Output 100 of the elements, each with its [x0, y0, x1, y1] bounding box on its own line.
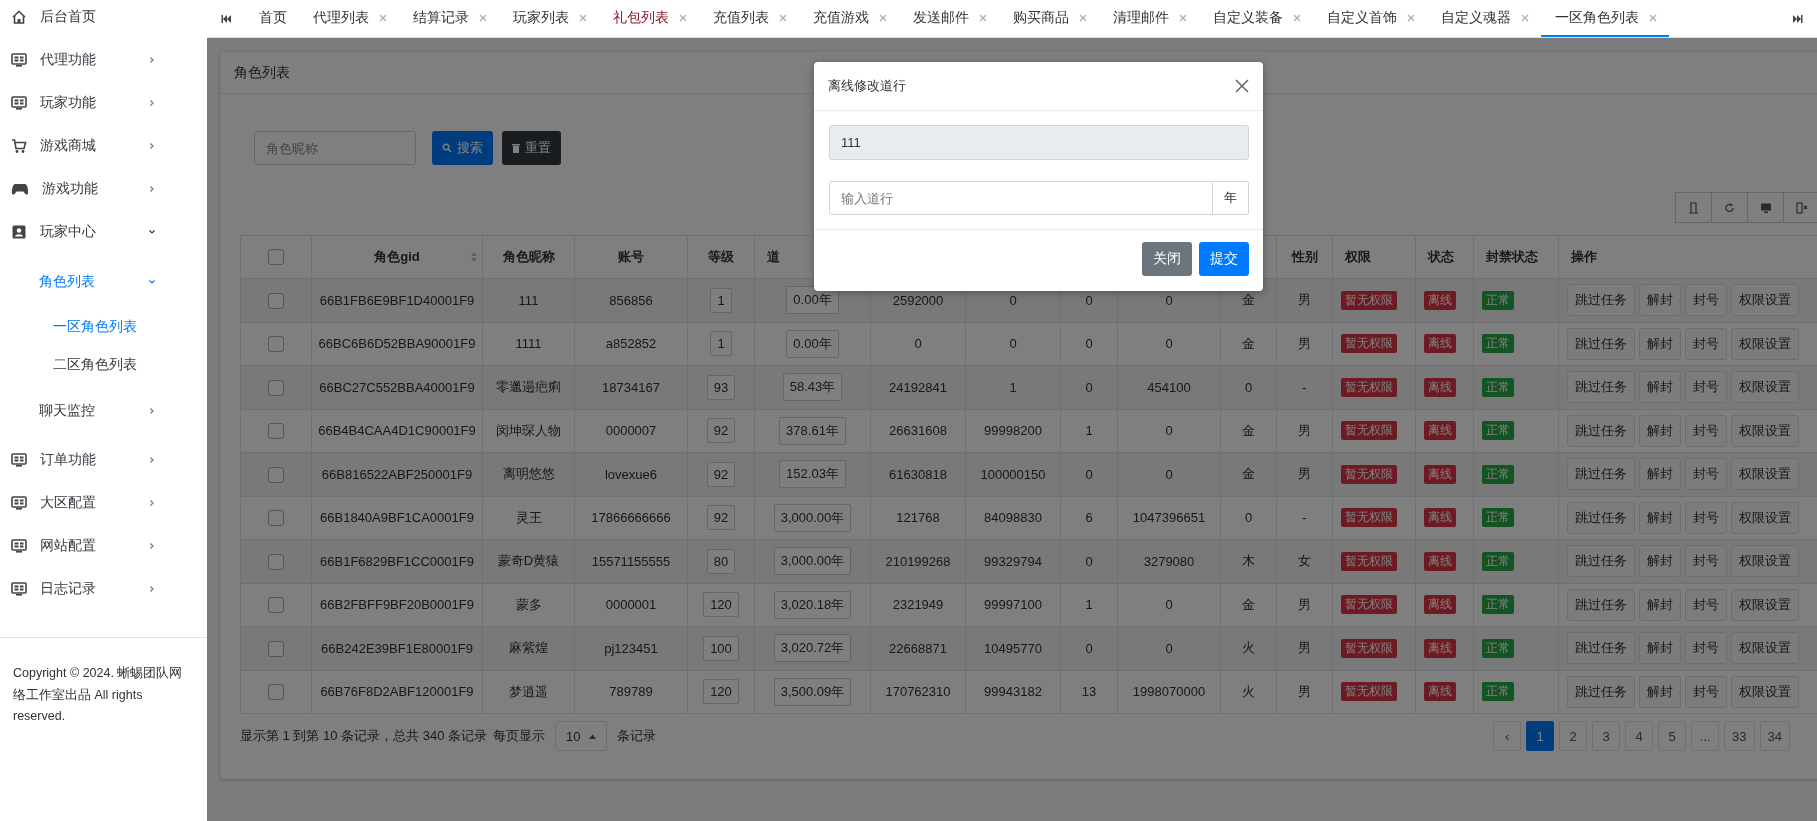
- tab[interactable]: 购买商品: [999, 0, 1099, 37]
- page-button[interactable]: 33: [1724, 721, 1755, 751]
- submit-button[interactable]: 提交: [1199, 242, 1249, 276]
- search-field[interactable]: 角色昵称: [254, 131, 416, 165]
- page-button[interactable]: ...: [1691, 721, 1720, 751]
- sidebar-subitem[interactable]: 角色列表: [0, 260, 207, 303]
- level-button[interactable]: 92: [706, 418, 736, 444]
- daoxing-button[interactable]: 3,020.18年: [773, 590, 852, 619]
- tab[interactable]: 充值列表: [699, 0, 799, 37]
- close-icon[interactable]: [1235, 79, 1249, 93]
- action-button[interactable]: 跳过任务: [1567, 632, 1635, 665]
- checkbox[interactable]: [268, 597, 284, 614]
- tab[interactable]: 清理邮件: [1099, 0, 1199, 37]
- action-button[interactable]: 解封: [1639, 284, 1681, 317]
- toolbar-button[interactable]: [1747, 192, 1784, 223]
- action-button[interactable]: 权限设置: [1731, 632, 1799, 665]
- toolbar-button[interactable]: [1675, 192, 1712, 223]
- action-button[interactable]: 封号: [1685, 632, 1727, 665]
- action-button[interactable]: 跳过任务: [1567, 501, 1635, 534]
- daoxing-button[interactable]: 152.03年: [779, 460, 846, 489]
- sidebar-subitem[interactable]: 聊天监控: [0, 389, 207, 432]
- tab[interactable]: 玩家列表: [499, 0, 599, 37]
- checkbox[interactable]: [268, 640, 284, 657]
- sidebar-item[interactable]: 代理功能: [0, 38, 207, 81]
- action-button[interactable]: 权限设置: [1731, 327, 1799, 360]
- sidebar-item[interactable]: 订单功能: [0, 438, 207, 481]
- level-button[interactable]: 93: [706, 374, 736, 400]
- tab[interactable]: 结算记录: [399, 0, 499, 37]
- page-button[interactable]: 3: [1592, 721, 1621, 751]
- page-button[interactable]: 4: [1625, 721, 1654, 751]
- reset-button[interactable]: 重置: [502, 131, 561, 165]
- action-button[interactable]: 权限设置: [1731, 545, 1799, 578]
- daoxing-button[interactable]: 378.61年: [779, 416, 846, 445]
- sidebar-item[interactable]: 游戏功能: [0, 167, 207, 210]
- action-button[interactable]: 解封: [1639, 458, 1681, 491]
- action-button[interactable]: 封号: [1685, 675, 1727, 708]
- action-button[interactable]: 权限设置: [1731, 675, 1799, 708]
- action-button[interactable]: 跳过任务: [1567, 458, 1635, 491]
- action-button[interactable]: 解封: [1639, 675, 1681, 708]
- action-button[interactable]: 封号: [1685, 327, 1727, 360]
- action-button[interactable]: 解封: [1639, 632, 1681, 665]
- checkbox[interactable]: [268, 336, 284, 353]
- level-button[interactable]: 120: [703, 679, 739, 705]
- checkbox[interactable]: [268, 553, 284, 570]
- sidebar-item[interactable]: 大区配置: [0, 481, 207, 524]
- daoxing-button[interactable]: 0.00年: [786, 286, 839, 315]
- action-button[interactable]: 封号: [1685, 458, 1727, 491]
- page-button[interactable]: 2: [1559, 721, 1588, 751]
- action-button[interactable]: 跳过任务: [1567, 414, 1635, 447]
- toolbar-button[interactable]: [1711, 192, 1748, 223]
- daoxing-button[interactable]: 3,500.09年: [773, 677, 852, 706]
- sidebar-item[interactable]: 玩家功能: [0, 81, 207, 124]
- checkbox[interactable]: [268, 292, 284, 309]
- checkbox[interactable]: [268, 684, 284, 701]
- level-button[interactable]: 92: [706, 505, 736, 531]
- tab[interactable]: 自定义魂器: [1427, 0, 1541, 37]
- tab[interactable]: 首页: [245, 0, 299, 37]
- tab[interactable]: 代理列表: [299, 0, 399, 37]
- sidebar-item[interactable]: 后台首页: [0, 0, 207, 38]
- sidebar-subitem[interactable]: 二区角色列表: [0, 346, 207, 384]
- action-button[interactable]: 封号: [1685, 371, 1727, 404]
- action-button[interactable]: 封号: [1685, 501, 1727, 534]
- action-button[interactable]: 解封: [1639, 545, 1681, 578]
- action-button[interactable]: 权限设置: [1731, 458, 1799, 491]
- daoxing-button[interactable]: 0.00年: [786, 329, 839, 358]
- checkbox[interactable]: [268, 510, 284, 527]
- level-button[interactable]: 100: [703, 635, 739, 661]
- action-button[interactable]: 解封: [1639, 414, 1681, 447]
- action-button[interactable]: 权限设置: [1731, 371, 1799, 404]
- sidebar-item[interactable]: 日志记录: [0, 567, 207, 610]
- action-button[interactable]: 跳过任务: [1567, 327, 1635, 360]
- sidebar-item[interactable]: 玩家中心: [0, 210, 207, 253]
- daoxing-button[interactable]: 3,000.00年: [773, 503, 852, 532]
- checkbox[interactable]: [268, 423, 284, 440]
- checkbox[interactable]: [268, 379, 284, 396]
- page-button[interactable]: 1: [1526, 721, 1555, 751]
- action-button[interactable]: 权限设置: [1731, 501, 1799, 534]
- level-button[interactable]: 1: [710, 331, 732, 357]
- action-button[interactable]: 跳过任务: [1567, 284, 1635, 317]
- close-button[interactable]: 关闭: [1142, 242, 1192, 276]
- daoxing-button[interactable]: 58.43年: [782, 373, 843, 402]
- action-button[interactable]: 封号: [1685, 284, 1727, 317]
- column-header[interactable]: 角色gid: [374, 248, 420, 266]
- checkbox[interactable]: [268, 466, 284, 483]
- action-button[interactable]: 跳过任务: [1567, 588, 1635, 621]
- action-button[interactable]: 跳过任务: [1567, 675, 1635, 708]
- page-button[interactable]: 34: [1759, 721, 1790, 751]
- sidebar-item[interactable]: 游戏商城: [0, 124, 207, 167]
- sidebar-item[interactable]: 网站配置: [0, 524, 207, 567]
- action-button[interactable]: 解封: [1639, 371, 1681, 404]
- level-button[interactable]: 92: [706, 461, 736, 487]
- action-button[interactable]: 权限设置: [1731, 588, 1799, 621]
- tab[interactable]: 充值游戏: [799, 0, 899, 37]
- action-button[interactable]: 解封: [1639, 501, 1681, 534]
- level-button[interactable]: 1: [710, 287, 732, 313]
- daoxing-button[interactable]: 3,000.00年: [773, 547, 852, 576]
- action-button[interactable]: 权限设置: [1731, 414, 1799, 447]
- search-button[interactable]: 搜索: [432, 131, 493, 165]
- page-button[interactable]: 5: [1658, 721, 1687, 751]
- tab[interactable]: 自定义装备: [1199, 0, 1313, 37]
